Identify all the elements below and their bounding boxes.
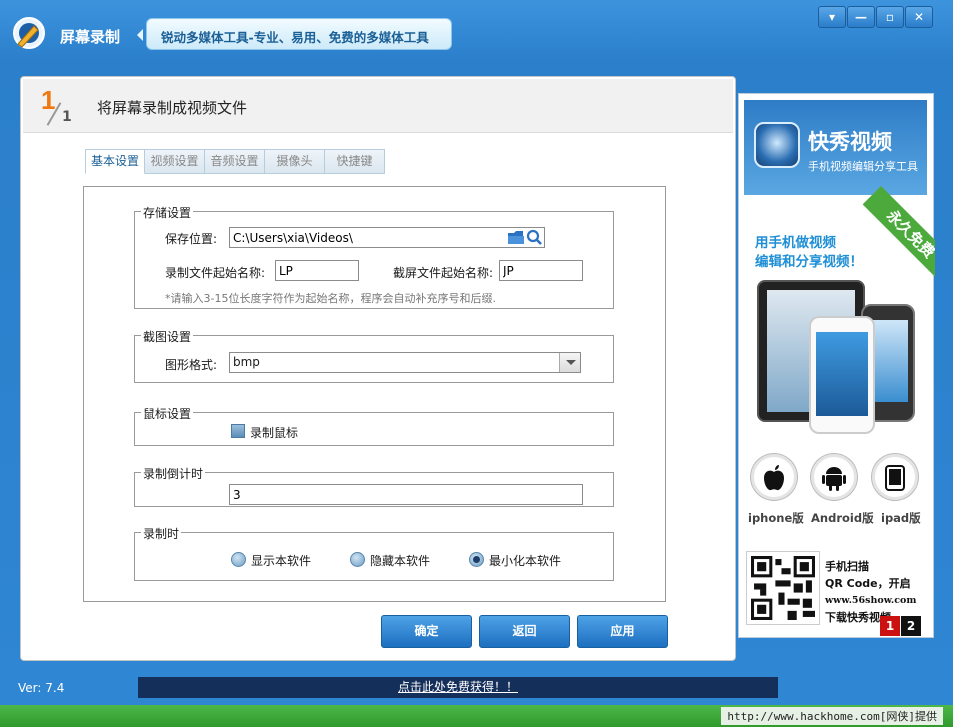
iphone-image: [809, 316, 875, 434]
iphone-version-label[interactable]: iphone版: [748, 510, 804, 526]
screenshot-group: 截图设置 图形格式: bmp: [134, 328, 614, 383]
qr-line1: 手机扫描: [825, 560, 869, 573]
apple-icon[interactable]: [751, 454, 797, 500]
android-icon[interactable]: [811, 454, 857, 500]
step-header: 1 1 将屏幕录制成视频文件: [23, 79, 733, 133]
close-button[interactable]: ✕: [905, 6, 933, 28]
minimize-button[interactable]: —: [847, 6, 875, 28]
promo-link[interactable]: 点击此处免费获得！！: [138, 677, 778, 698]
qr-line2: QR Code，开启: [825, 577, 911, 590]
recording-legend: 录制时: [141, 525, 182, 542]
record-mouse-checkbox[interactable]: [231, 424, 245, 438]
hide-software-label[interactable]: 隐藏本软件: [370, 552, 430, 569]
storage-group: 存储设置 保存位置: 录制文件起始名称: 截屏文件起始名称: *请输入3-15位…: [134, 204, 614, 309]
status-bar: Ver: 7.4 点击此处免费获得！！: [0, 672, 953, 705]
version-label: Ver: 7.4: [18, 681, 65, 695]
slogan-banner: 锐动多媒体工具-专业、易用、免费的多媒体工具: [137, 18, 452, 50]
main-window: 屏幕录制 锐动多媒体工具-专业、易用、免费的多媒体工具 ▾ — ▫ ✕ 1 1 …: [0, 0, 953, 705]
record-mouse-label[interactable]: 录制鼠标: [250, 424, 298, 441]
tab-hotkeys[interactable]: 快捷键: [325, 149, 385, 174]
show-software-radio[interactable]: [231, 552, 246, 567]
chevron-down-icon[interactable]: [559, 353, 580, 372]
record-prefix-label: 录制文件起始名称:: [165, 266, 266, 280]
tab-audio-settings[interactable]: 音频设置: [205, 149, 265, 174]
save-location-input[interactable]: [229, 227, 545, 248]
step-total: 1: [62, 109, 72, 125]
storage-legend: 存储设置: [141, 204, 194, 221]
ipad-icon[interactable]: [872, 454, 918, 500]
record-prefix-input[interactable]: [275, 260, 359, 281]
prefix-hint: *请输入3-15位长度字符作为起始名称，程序会自动补充序号和后缀.: [165, 292, 496, 305]
qr-code-image: [746, 551, 820, 625]
image-format-label: 图形格式:: [165, 358, 218, 372]
menu-dropdown-button[interactable]: ▾: [818, 6, 846, 28]
ad-page-1-button[interactable]: 1: [880, 616, 900, 636]
tab-video-settings[interactable]: 视频设置: [145, 149, 205, 174]
bottom-strip: http://www.hackhome.com[网侠]提供: [0, 705, 953, 727]
screenshot-legend: 截图设置: [141, 328, 194, 345]
main-pane: 1 1 将屏幕录制成视频文件 基本设置 视频设置 音频设置 摄像头 快捷键 存储…: [20, 76, 736, 661]
tab-basic-settings[interactable]: 基本设置: [85, 149, 145, 174]
image-format-value: bmp: [233, 355, 260, 369]
settings-tabs: 基本设置 视频设置 音频设置 摄像头 快捷键: [85, 149, 385, 174]
ad-slogan-line1: 用手机做视频: [755, 235, 836, 251]
maximize-button[interactable]: ▫: [876, 6, 904, 28]
title-bar: 屏幕录制 锐动多媒体工具-专业、易用、免费的多媒体工具 ▾ — ▫ ✕: [0, 0, 953, 66]
minimize-software-radio[interactable]: [469, 552, 484, 567]
ad-slogan-line2: 编辑和分享视频！: [755, 254, 863, 270]
ok-button[interactable]: 确定: [381, 615, 472, 648]
ad-slogan: 用手机做视频 编辑和分享视频！: [755, 234, 863, 272]
ad-page-2-button[interactable]: 2: [901, 616, 921, 636]
app-title: 屏幕录制: [60, 28, 121, 46]
countdown-legend: 录制倒计时: [141, 465, 206, 482]
ipad-version-label[interactable]: ipad版: [881, 510, 921, 526]
step-title: 将屏幕录制成视频文件: [97, 99, 248, 117]
countdown-input[interactable]: [229, 484, 583, 505]
back-button[interactable]: 返回: [479, 615, 570, 648]
tab-camera[interactable]: 摄像头: [265, 149, 325, 174]
countdown-group: 录制倒计时: [134, 465, 614, 507]
recording-group: 录制时 显示本软件 隐藏本软件 最小化本软件: [134, 525, 614, 581]
qr-line3: www.56show.com: [825, 595, 917, 606]
hide-software-radio[interactable]: [350, 552, 365, 567]
ad-panel[interactable]: 快秀视频 手机视频编辑分享工具 永久免费 用手机做视频 编辑和分享视频！ iph…: [738, 93, 935, 638]
browse-folder-icon[interactable]: [507, 229, 543, 246]
android-version-label[interactable]: Android版: [811, 510, 874, 526]
screenshot-prefix-label: 截屏文件起始名称:: [393, 266, 494, 280]
free-ribbon: 永久免费: [862, 186, 935, 283]
screenshot-prefix-input[interactable]: [499, 260, 583, 281]
apply-button[interactable]: 应用: [577, 615, 668, 648]
save-location-label: 保存位置:: [165, 232, 218, 246]
image-format-select[interactable]: bmp: [229, 352, 581, 373]
show-software-label[interactable]: 显示本软件: [251, 552, 311, 569]
basic-settings-panel: 存储设置 保存位置: 录制文件起始名称: 截屏文件起始名称: *请输入3-15位…: [83, 186, 666, 602]
mouse-legend: 鼠标设置: [141, 405, 194, 422]
app-logo-icon: [13, 17, 45, 49]
minimize-software-label[interactable]: 最小化本软件: [489, 552, 561, 569]
mouse-group: 鼠标设置 录制鼠标: [134, 405, 614, 446]
credit-text: http://www.hackhome.com[网侠]提供: [721, 707, 943, 725]
